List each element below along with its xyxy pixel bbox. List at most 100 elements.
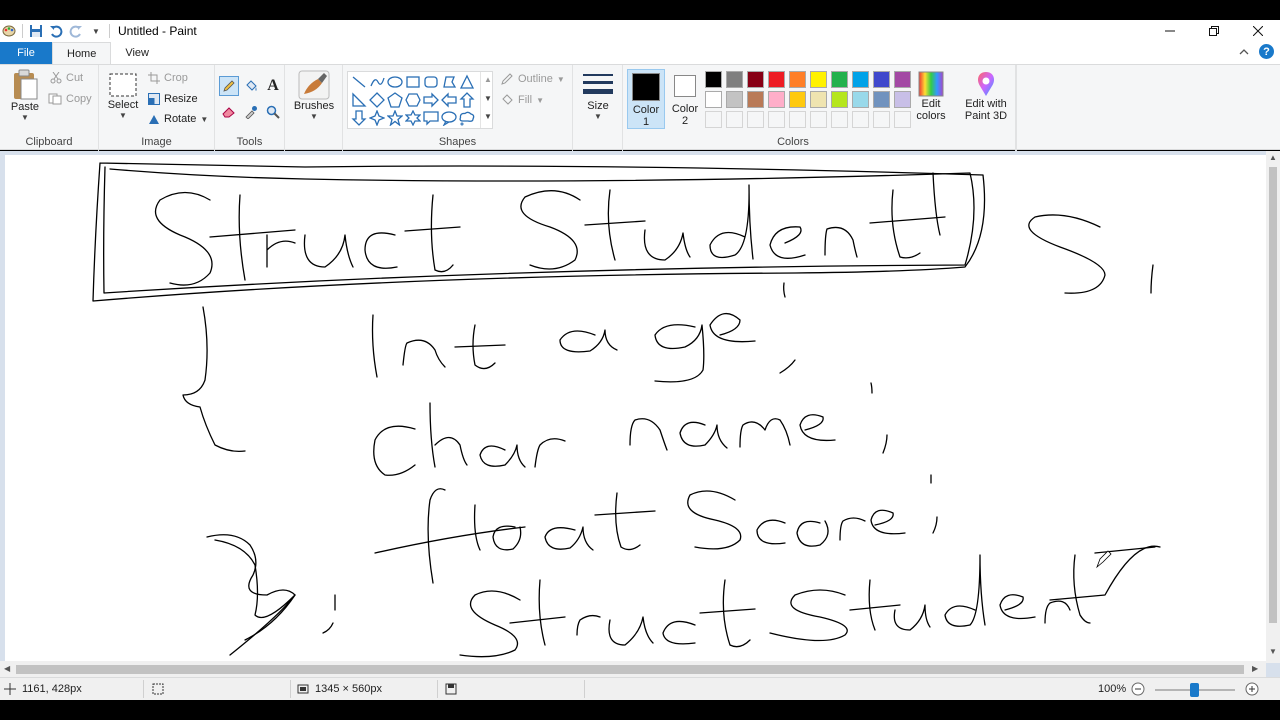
resize-button[interactable]: Resize: [148, 93, 198, 105]
color1-button[interactable]: Color 1: [627, 69, 665, 129]
fill-bucket-icon[interactable]: [241, 76, 261, 96]
palette-color-1-1[interactable]: [705, 71, 722, 88]
palette-color-2-1[interactable]: [705, 91, 722, 108]
right-arrow-shape-icon[interactable]: [422, 91, 440, 109]
rounded-rectangle-shape-icon[interactable]: [422, 73, 440, 91]
scroll-left-icon[interactable]: ◀: [4, 664, 10, 673]
custom-color-slot[interactable]: [726, 111, 743, 128]
custom-color-slot[interactable]: [810, 111, 827, 128]
palette-color-2-4[interactable]: [768, 91, 785, 108]
five-point-star-shape-icon[interactable]: [386, 109, 404, 127]
outline-button[interactable]: Outline ▼: [500, 72, 565, 86]
right-triangle-shape-icon[interactable]: [350, 91, 368, 109]
color2-button[interactable]: Color 2: [666, 69, 704, 129]
hexagon-shape-icon[interactable]: [404, 91, 422, 109]
oval-callout-shape-icon[interactable]: [440, 109, 458, 127]
help-icon[interactable]: ?: [1259, 44, 1274, 59]
oval-shape-icon[interactable]: [386, 73, 404, 91]
paste-button[interactable]: Paste ▼: [6, 69, 44, 122]
palette-color-1-8[interactable]: [852, 71, 869, 88]
brushes-button[interactable]: Brushes ▼: [293, 70, 335, 121]
palette-color-1-5[interactable]: [789, 71, 806, 88]
select-button[interactable]: Select ▼: [105, 71, 141, 120]
pentagon-shape-icon[interactable]: [386, 91, 404, 109]
rect-callout-shape-icon[interactable]: [422, 109, 440, 127]
color-picker-icon[interactable]: [241, 102, 261, 122]
tab-file[interactable]: File: [0, 42, 52, 64]
cut-button[interactable]: Cut: [50, 72, 83, 84]
palette-color-1-10[interactable]: [894, 71, 911, 88]
vertical-scrollbar[interactable]: ▲ ▼: [1266, 151, 1280, 663]
ribbon-separator: [1016, 65, 1017, 151]
close-button[interactable]: [1236, 20, 1280, 42]
drawing-canvas[interactable]: [5, 155, 1266, 661]
zoom-slider-thumb[interactable]: [1190, 683, 1199, 697]
down-arrow-shape-icon[interactable]: [350, 109, 368, 127]
shapes-scroll[interactable]: ▲ ▼ ▼: [480, 72, 493, 128]
scroll-down-icon[interactable]: ▼: [1269, 647, 1277, 656]
palette-color-2-2[interactable]: [726, 91, 743, 108]
cloud-callout-shape-icon[interactable]: [458, 109, 476, 127]
shapes-scroll-down-icon[interactable]: ▼: [484, 94, 492, 103]
palette-color-2-5[interactable]: [789, 91, 806, 108]
horizontal-scrollbar[interactable]: ◀ ▶: [0, 661, 1266, 677]
edit-colors-button[interactable]: Edit colors: [913, 70, 949, 122]
custom-color-slot[interactable]: [894, 111, 911, 128]
zoom-in-button[interactable]: [1245, 682, 1259, 696]
custom-color-slot[interactable]: [768, 111, 785, 128]
pencil-icon[interactable]: [219, 76, 239, 96]
rotate-button[interactable]: Rotate ▼: [148, 113, 208, 125]
triangle-shape-icon[interactable]: [458, 73, 476, 91]
restore-button[interactable]: [1192, 20, 1236, 42]
tab-view[interactable]: View: [111, 42, 163, 64]
horizontal-scroll-thumb[interactable]: [16, 665, 1244, 674]
text-tool-icon[interactable]: A: [263, 76, 283, 96]
custom-color-slot[interactable]: [831, 111, 848, 128]
curve-shape-icon[interactable]: [368, 73, 386, 91]
palette-color-1-4[interactable]: [768, 71, 785, 88]
palette-color-1-6[interactable]: [810, 71, 827, 88]
palette-color-2-6[interactable]: [810, 91, 827, 108]
four-point-star-shape-icon[interactable]: [368, 109, 386, 127]
zoom-out-button[interactable]: [1131, 682, 1145, 696]
magnifier-icon[interactable]: [263, 102, 283, 122]
palette-color-2-8[interactable]: [852, 91, 869, 108]
palette-color-1-2[interactable]: [726, 71, 743, 88]
diamond-shape-icon[interactable]: [368, 91, 386, 109]
palette-color-2-7[interactable]: [831, 91, 848, 108]
scroll-right-icon[interactable]: ▶: [1252, 664, 1258, 673]
scroll-up-icon[interactable]: ▲: [1269, 153, 1277, 162]
size-button[interactable]: Size ▼: [579, 70, 617, 121]
palette-color-2-10[interactable]: [894, 91, 911, 108]
edit-with-paint3d-button[interactable]: Edit with Paint 3D: [958, 70, 1014, 122]
shapes-expand-icon[interactable]: ▼: [484, 112, 492, 121]
palette-color-2-9[interactable]: [873, 91, 890, 108]
shapes-scroll-up-icon[interactable]: ▲: [484, 75, 492, 84]
custom-color-slot[interactable]: [789, 111, 806, 128]
save-icon[interactable]: [29, 24, 43, 38]
palette-color-1-7[interactable]: [831, 71, 848, 88]
up-arrow-shape-icon[interactable]: [458, 91, 476, 109]
palette-color-1-9[interactable]: [873, 71, 890, 88]
collapse-ribbon-icon[interactable]: [1239, 48, 1249, 56]
minimize-button[interactable]: [1148, 20, 1192, 42]
polygon-shape-icon[interactable]: [440, 73, 458, 91]
left-arrow-shape-icon[interactable]: [440, 91, 458, 109]
rectangle-shape-icon[interactable]: [404, 73, 422, 91]
line-shape-icon[interactable]: [350, 73, 368, 91]
copy-button[interactable]: Copy: [48, 93, 92, 105]
crop-button[interactable]: Crop: [148, 72, 188, 84]
palette-color-2-3[interactable]: [747, 91, 764, 108]
custom-color-slot[interactable]: [705, 111, 722, 128]
custom-color-slot[interactable]: [747, 111, 764, 128]
custom-color-slot[interactable]: [852, 111, 869, 128]
six-point-star-shape-icon[interactable]: [404, 109, 422, 127]
undo-icon[interactable]: [49, 24, 63, 38]
eraser-icon[interactable]: [219, 102, 239, 122]
vertical-scroll-thumb[interactable]: [1269, 167, 1277, 623]
palette-color-1-3[interactable]: [747, 71, 764, 88]
fill-button[interactable]: Fill ▼: [500, 93, 544, 107]
customize-qa-icon[interactable]: ▼: [89, 24, 103, 38]
tab-home[interactable]: Home: [52, 42, 112, 64]
custom-color-slot[interactable]: [873, 111, 890, 128]
